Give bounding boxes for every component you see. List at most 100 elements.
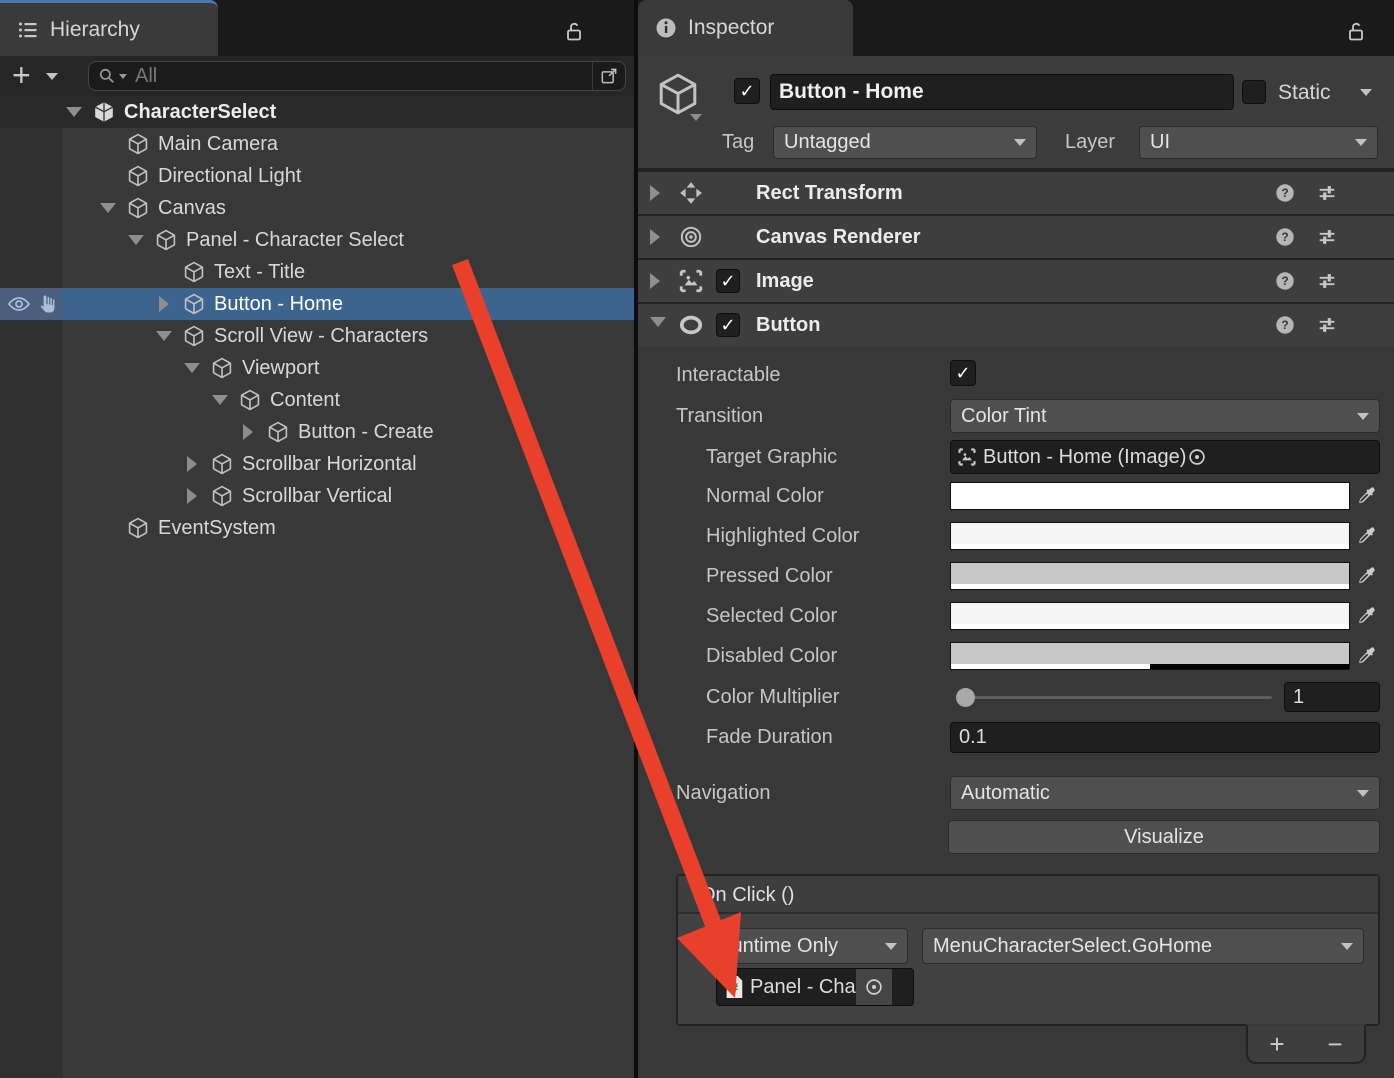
on-click-event-box: On Click () Runtime Only MenuCharacterSe… [676, 874, 1380, 1026]
hierarchy-row[interactable]: Scrollbar Vertical [0, 480, 634, 512]
unlock-icon[interactable] [1344, 20, 1368, 44]
on-click-header[interactable]: On Click () [678, 876, 1378, 914]
component-enabled-checkbox[interactable]: ✓ [716, 269, 740, 293]
help-icon[interactable]: ? [1274, 226, 1296, 248]
svg-text:#: # [731, 981, 739, 996]
tag-dropdown[interactable]: Untagged [773, 126, 1037, 159]
foldout-closed-icon[interactable] [180, 456, 204, 472]
presets-icon[interactable] [1316, 182, 1338, 204]
fade-duration-label: Fade Duration [706, 722, 833, 753]
static-checkbox[interactable] [1242, 80, 1266, 104]
help-icon[interactable]: ? [1274, 314, 1296, 336]
visibility-eye-icon[interactable] [7, 292, 31, 316]
color-swatch[interactable] [950, 522, 1350, 550]
component-header-button[interactable]: ✓Button? [638, 302, 1394, 346]
color-swatch[interactable] [950, 562, 1350, 590]
tab-inspector[interactable]: Inspector [638, 0, 853, 56]
remove-event-button[interactable]: − [1327, 1027, 1342, 1061]
event-target-object-field[interactable]: # Panel - Cha [716, 968, 914, 1006]
eyedropper-icon[interactable] [1352, 522, 1380, 550]
color-multiplier-slider-track[interactable] [958, 696, 1272, 699]
component-foldout-icon[interactable] [650, 273, 660, 289]
foldout-open-icon[interactable] [124, 235, 148, 245]
eyedropper-icon[interactable] [1352, 562, 1380, 590]
color-swatch[interactable] [950, 602, 1350, 630]
pickability-hand-icon[interactable] [37, 292, 61, 316]
target-graphic-value: Button - Home (Image) [983, 446, 1186, 469]
hierarchy-row[interactable]: Content [0, 384, 634, 416]
hierarchy-row[interactable]: Viewport [0, 352, 634, 384]
hierarchy-row[interactable]: Text - Title [0, 256, 634, 288]
color-swatch[interactable] [950, 642, 1350, 670]
hierarchy-row[interactable]: Directional Light [0, 160, 634, 192]
foldout-closed-icon[interactable] [152, 296, 176, 312]
eyedropper-icon[interactable] [1352, 642, 1380, 670]
presets-icon[interactable] [1316, 226, 1338, 248]
add-dropdown-caret-icon[interactable] [46, 73, 58, 80]
foldout-open-icon[interactable] [152, 331, 176, 341]
color-swatch[interactable] [950, 482, 1350, 510]
transition-dropdown[interactable]: Color Tint [950, 399, 1380, 433]
add-event-button[interactable]: + [1269, 1027, 1284, 1061]
color-multiplier-field[interactable] [1284, 682, 1380, 712]
unlock-icon[interactable] [562, 20, 586, 44]
hierarchy-row[interactable]: Scrollbar Horizontal [0, 448, 634, 480]
help-icon[interactable]: ? [1274, 270, 1296, 292]
object-picker-icon[interactable] [1186, 446, 1208, 468]
component-header-image[interactable]: ✓Image? [638, 258, 1394, 302]
presets-icon[interactable] [1316, 270, 1338, 292]
foldout-closed-icon[interactable] [180, 488, 204, 504]
object-picker-icon[interactable] [856, 968, 892, 1006]
eyedropper-icon[interactable] [1352, 602, 1380, 630]
button-component-body: Interactable ✓ Transition Color Tint Tar… [638, 346, 1394, 874]
event-mode-dropdown[interactable]: Runtime Only [706, 928, 908, 964]
gameobject-cube-icon[interactable] [654, 70, 702, 118]
component-foldout-icon[interactable] [650, 317, 666, 327]
hierarchy-row[interactable]: Button - Home [0, 288, 634, 320]
layer-dropdown[interactable]: UI [1139, 126, 1378, 159]
hierarchy-row[interactable]: Button - Create [0, 416, 634, 448]
hierarchy-row[interactable]: EventSystem [0, 512, 634, 544]
presets-icon[interactable] [1316, 314, 1338, 336]
fade-duration-field[interactable] [950, 722, 1380, 753]
hierarchy-row[interactable]: Main Camera [0, 128, 634, 160]
gameobject-name-input[interactable] [779, 80, 1225, 104]
search-field[interactable] [88, 61, 626, 91]
color-multiplier-slider-thumb[interactable] [956, 688, 975, 707]
drag-handle-icon[interactable] [688, 938, 704, 951]
script-icon: # [723, 975, 745, 999]
visualize-button[interactable]: Visualize [948, 820, 1380, 854]
color-multiplier-input[interactable] [1293, 686, 1371, 709]
component-header-canvas-renderer[interactable]: Canvas Renderer? [638, 214, 1394, 258]
unity-scene-icon [92, 100, 116, 124]
help-icon[interactable]: ? [1274, 182, 1296, 204]
navigation-dropdown[interactable]: Automatic [950, 776, 1380, 810]
component-header-rect-transform[interactable]: Rect Transform? [638, 170, 1394, 214]
interactable-checkbox[interactable]: ✓ [950, 360, 976, 386]
foldout-open-icon[interactable] [180, 363, 204, 373]
event-function-dropdown[interactable]: MenuCharacterSelect.GoHome [922, 928, 1364, 964]
tab-hierarchy[interactable]: Hierarchy [0, 0, 218, 56]
active-checkbox[interactable]: ✓ [734, 78, 760, 104]
foldout-open-icon[interactable] [208, 395, 232, 405]
add-gameobject-button[interactable]: + [12, 56, 31, 94]
icon-picker-caret[interactable] [690, 114, 702, 121]
component-foldout-icon[interactable] [650, 229, 660, 245]
foldout-closed-icon[interactable] [236, 424, 260, 440]
eyedropper-icon[interactable] [1352, 482, 1380, 510]
scene-foldout-icon[interactable] [66, 107, 82, 117]
foldout-open-icon[interactable] [96, 203, 120, 213]
hierarchy-row[interactable]: Panel - Character Select [0, 224, 634, 256]
hierarchy-row-label: EventSystem [158, 517, 276, 540]
search-input[interactable] [135, 65, 592, 88]
component-foldout-icon[interactable] [650, 185, 660, 201]
hierarchy-row[interactable]: Canvas [0, 192, 634, 224]
scene-header-row[interactable]: CharacterSelect [0, 96, 634, 129]
fade-duration-input[interactable] [959, 726, 1371, 749]
static-dropdown-caret-icon[interactable] [1360, 89, 1372, 96]
component-enabled-checkbox[interactable]: ✓ [716, 313, 740, 337]
gameobject-name-field[interactable] [770, 74, 1234, 110]
open-search-window-icon[interactable] [592, 62, 625, 90]
hierarchy-row[interactable]: Scroll View - Characters [0, 320, 634, 352]
target-graphic-object-field[interactable]: Button - Home (Image) [950, 440, 1380, 474]
